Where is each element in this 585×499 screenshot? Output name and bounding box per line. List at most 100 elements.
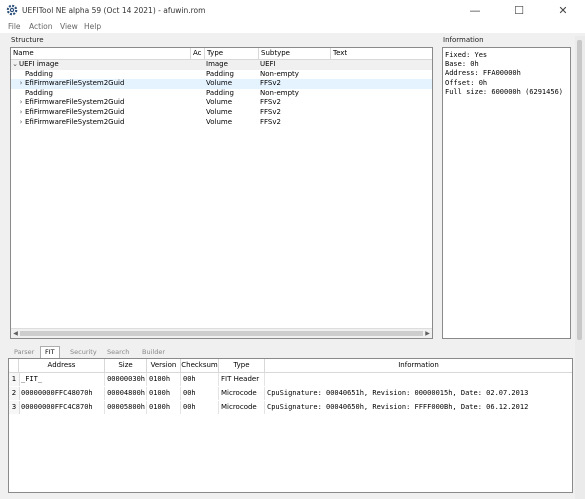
tree-row-type: Volume	[206, 117, 233, 126]
tree-row[interactable]: Padding Padding Non-empty	[11, 70, 432, 80]
fit-type: Microcode	[219, 401, 265, 414]
tree-row-name: EfiFirmwareFileSystem2Guid	[25, 98, 125, 107]
tree-expand-icon[interactable]: ›	[18, 118, 24, 128]
column-type[interactable]: Type	[205, 48, 259, 59]
information-label: Information	[443, 36, 484, 44]
close-icon: ✕	[558, 4, 568, 17]
fit-address: 00000000FFC48070h	[19, 387, 105, 400]
fit-row[interactable]: 1 _FIT_ 00000030h 0100h 00h FIT Header	[9, 373, 572, 386]
scroll-left-icon[interactable]: ◀	[11, 329, 20, 338]
tree-expand-icon[interactable]: ⌄	[12, 60, 18, 70]
tree-row[interactable]: ⌄ UEFI image Image UEFI	[11, 60, 432, 70]
info-line: Fixed: Yes	[445, 51, 488, 59]
title-bar: UEFITool NE alpha 59 (Oct 14 2021) - afu…	[0, 0, 585, 21]
window-scrollbar-thumb[interactable]	[577, 40, 582, 340]
tree-row-subtype: Non-empty	[260, 69, 299, 78]
minimize-button[interactable]: —	[453, 0, 497, 21]
tree-row[interactable]: › EfiFirmwareFileSystem2Guid Volume FFSv…	[11, 98, 432, 108]
fit-address: _FIT_	[19, 373, 105, 386]
fit-row[interactable]: 2 00000000FFC48070h 00004800h 0100h 00h …	[9, 387, 572, 400]
window-title: UEFITool NE alpha 59 (Oct 14 2021) - afu…	[22, 6, 206, 15]
structure-horizontal-scrollbar[interactable]: ◀ ▶	[11, 328, 432, 338]
tab-security[interactable]: Security	[66, 347, 101, 357]
tree-expand-icon[interactable]: ›	[18, 108, 24, 118]
menu-file[interactable]: File	[8, 22, 21, 31]
fit-address: 00000000FFC4C870h	[19, 401, 105, 414]
menu-view[interactable]: View	[60, 22, 78, 31]
tree-row-name: Padding	[25, 69, 53, 78]
fit-header: Address Size Version Checksum Type Infor…	[9, 359, 572, 373]
tab-parser[interactable]: Parser	[10, 347, 38, 357]
information-panel[interactable]: Fixed: Yes Base: 0h Address: FFA00000h O…	[442, 47, 571, 339]
close-button[interactable]: ✕	[541, 0, 585, 21]
tree-row-name: EfiFirmwareFileSystem2Guid	[25, 79, 125, 88]
fit-information: CpuSignature: 00040651h, Revision: 00000…	[267, 389, 529, 397]
maximize-icon: ☐	[514, 4, 524, 17]
tab-builder[interactable]: Builder	[138, 347, 169, 357]
column-information[interactable]: Information	[265, 359, 572, 372]
column-subtype[interactable]: Subtype	[259, 48, 331, 59]
scroll-right-icon[interactable]: ▶	[423, 329, 432, 338]
info-line: Base: 0h	[445, 60, 479, 69]
fit-checksum: 00h	[181, 373, 219, 386]
column-action[interactable]: Ac	[191, 48, 205, 59]
tree-row-subtype: FFSv2	[260, 79, 281, 88]
info-line: Full size: 600000h (6291456)	[445, 87, 564, 96]
fit-size: 00005800h	[105, 401, 147, 414]
menu-action[interactable]: Action	[29, 22, 53, 31]
maximize-button[interactable]: ☐	[497, 0, 541, 21]
tree-row-name: Padding	[25, 88, 53, 97]
tree-row-subtype: FFSv2	[260, 98, 281, 107]
tree-expand-icon[interactable]: ›	[18, 98, 24, 108]
tree-row-type: Volume	[206, 108, 233, 116]
tree-row[interactable]: Padding Padding Non-empty	[11, 89, 432, 99]
tree-row-name: EfiFirmwareFileSystem2Guid	[25, 108, 125, 116]
tree-expand-icon[interactable]: ›	[18, 79, 24, 89]
structure-label: Structure	[11, 36, 44, 44]
tree-row-name: EfiFirmwareFileSystem2Guid	[25, 117, 125, 126]
tree-row-type: Image	[206, 60, 228, 68]
fit-information	[265, 373, 572, 386]
tree-row[interactable]: › EfiFirmwareFileSystem2Guid Volume FFSv…	[11, 118, 432, 128]
fit-version: 0100h	[147, 401, 181, 414]
tab-search[interactable]: Search	[103, 347, 133, 357]
app-gear-icon	[6, 4, 18, 16]
column-size[interactable]: Size	[105, 359, 147, 372]
scrollbar-thumb[interactable]	[20, 331, 423, 336]
fit-checksum: 00h	[181, 387, 219, 400]
column-address[interactable]: Address	[19, 359, 105, 372]
tree-row-type: Volume	[206, 79, 233, 88]
info-line: Offset: 0h	[445, 78, 488, 87]
column-name[interactable]: Name	[11, 48, 191, 59]
column-text[interactable]: Text	[331, 48, 432, 59]
fit-table[interactable]: Address Size Version Checksum Type Infor…	[8, 358, 573, 493]
tree-row-type: Padding	[206, 88, 234, 97]
fit-size: 00004800h	[105, 387, 147, 400]
structure-header: Name Ac Type Subtype Text	[11, 48, 432, 60]
tree-row[interactable]: › EfiFirmwareFileSystem2Guid Volume FFSv…	[11, 79, 432, 89]
tree-row-subtype: FFSv2	[260, 117, 281, 126]
tree-row-type: Padding	[206, 69, 234, 78]
fit-version: 0100h	[147, 387, 181, 400]
structure-tree[interactable]: Name Ac Type Subtype Text ⌄ UEFI image I…	[10, 47, 433, 339]
minimize-icon: —	[469, 4, 481, 17]
menu-help[interactable]: Help	[84, 22, 101, 31]
fit-type: FIT Header	[219, 373, 265, 386]
column-version[interactable]: Version	[147, 359, 181, 372]
fit-corner	[9, 359, 19, 372]
tree-row-name: UEFI image	[19, 60, 59, 68]
fit-size: 00000030h	[105, 373, 147, 386]
tree-row[interactable]: › EfiFirmwareFileSystem2Guid Volume FFSv…	[11, 108, 432, 118]
fit-row[interactable]: 3 00000000FFC4C870h 00005800h 0100h 00h …	[9, 401, 572, 414]
column-checksum[interactable]: Checksum	[181, 359, 219, 372]
fit-type: Microcode	[219, 387, 265, 400]
fit-information: CpuSignature: 00040650h, Revision: FFFF0…	[267, 403, 529, 411]
fit-checksum: 00h	[181, 401, 219, 414]
tree-row-type: Volume	[206, 98, 233, 107]
column-type[interactable]: Type	[219, 359, 265, 372]
tree-row-subtype: UEFI	[260, 60, 276, 68]
info-line: Address: FFA00000h	[445, 69, 521, 78]
tree-row-subtype: Non-empty	[260, 88, 299, 97]
fit-version: 0100h	[147, 373, 181, 386]
menu-bar: File Action View Help	[0, 21, 585, 33]
